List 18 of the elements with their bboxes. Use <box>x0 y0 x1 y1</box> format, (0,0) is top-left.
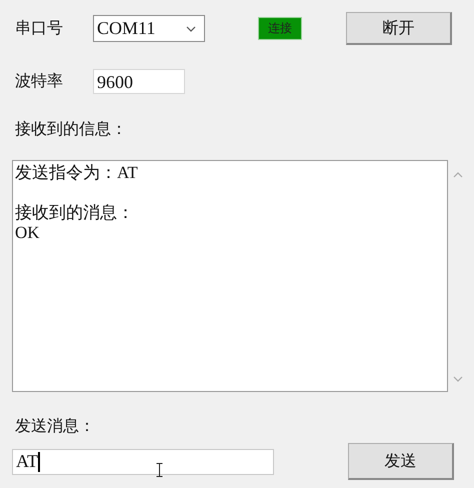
received-label: 接收到的信息： <box>14 119 128 140</box>
log-line: 发送指令为：AT <box>15 163 139 183</box>
scroll-down-icon[interactable] <box>453 376 463 382</box>
port-dropdown[interactable]: COM11 <box>93 15 205 42</box>
caret-icon <box>186 26 196 32</box>
send-message-label: 发送消息： <box>14 416 96 437</box>
log-line: 接收到的消息： <box>15 203 135 223</box>
log-line: OK <box>15 223 41 243</box>
send-message-field[interactable]: AT <box>12 448 274 474</box>
scroll-up-icon[interactable] <box>453 172 463 178</box>
received-log-area[interactable]: 发送指令为：AT 接收到的消息： OK <box>12 160 448 392</box>
baud-rate-field[interactable]: 9600 <box>93 69 185 94</box>
disconnect-button[interactable]: 断开 <box>346 12 452 45</box>
baud-rate-label: 波特率 <box>14 71 64 92</box>
port-label: 串口号 <box>14 18 64 39</box>
text-cursor-icon <box>156 462 163 476</box>
connection-indicator: 连接 <box>258 17 302 40</box>
send-button[interactable]: 发送 <box>348 443 454 480</box>
